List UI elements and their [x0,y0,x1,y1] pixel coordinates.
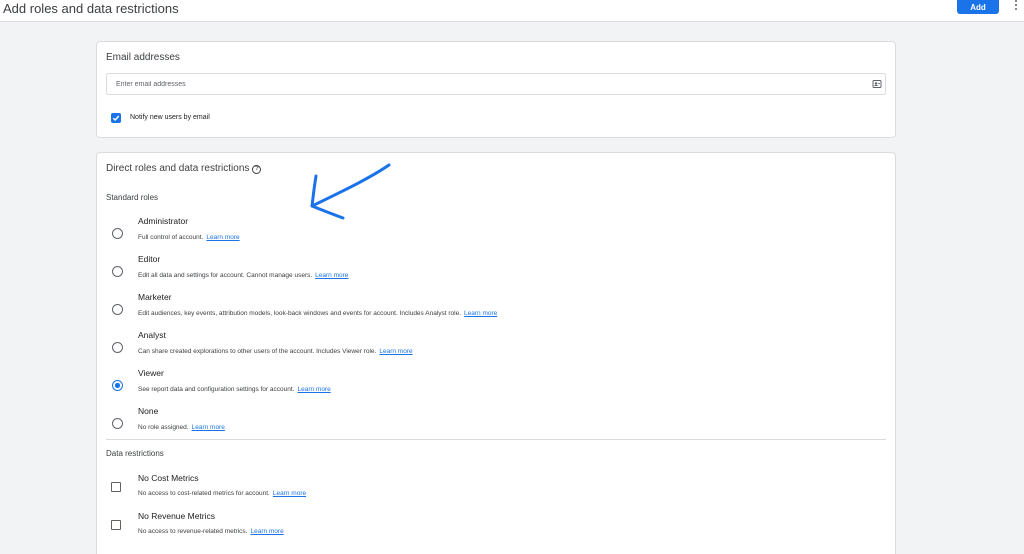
page-title: Add roles and data restrictions [3,1,179,16]
standard-roles-label: Standard roles [106,193,159,202]
role-option-marketer[interactable]: Marketer Edit audiences, key events, att… [97,292,895,326]
role-desc-text: Edit audiences, key events, attribution … [138,310,462,317]
roles-card-title: Direct roles and data restrictions? [106,163,262,174]
role-name: Marketer [138,292,172,302]
learn-more-link[interactable]: Learn more [250,528,283,535]
role-desc-text: Can share created explorations to other … [138,348,377,355]
restriction-desc: No access to revenue-related metrics. Lea… [138,528,284,535]
role-desc: No role assigned. Learn more [138,424,225,431]
learn-more-link[interactable]: Learn more [297,386,330,393]
role-radio[interactable] [112,418,123,429]
learn-more-link[interactable]: Learn more [206,234,239,241]
role-radio[interactable] [112,228,123,239]
role-option-editor[interactable]: Editor Edit all data and settings for ac… [97,254,895,288]
restriction-desc-text: No access to cost-related metrics for ac… [138,490,270,497]
check-icon [112,115,120,122]
roles-card: Direct roles and data restrictions? Stan… [96,152,896,554]
role-desc: Full control of account. Learn more [138,234,240,241]
restriction-desc-text: No access to revenue-related metrics. [138,528,248,535]
help-icon[interactable]: ? [252,165,262,174]
role-radio-selected[interactable] [112,380,123,391]
learn-more-link[interactable]: Learn more [192,424,225,431]
learn-more-link[interactable]: Learn more [379,348,412,355]
add-button[interactable]: Add [957,0,999,14]
role-option-analyst[interactable]: Analyst Can share created explorations t… [97,330,895,364]
role-name: Analyst [138,330,166,340]
role-desc-text: Full control of account. [138,234,204,241]
more-vert-icon[interactable] [1013,0,1019,10]
email-card-title: Email addresses [106,52,180,63]
role-desc-text: No role assigned. [138,424,189,431]
role-name: None [138,406,159,416]
email-input[interactable] [116,77,836,92]
role-desc-text: Edit all data and settings for account. … [138,272,313,279]
role-desc: Edit all data and settings for account. … [138,272,348,279]
email-field[interactable] [106,73,886,95]
restriction-name: No Revenue Metrics [138,511,216,521]
restriction-no-cost-metrics[interactable]: No Cost Metrics No access to cost-relate… [97,473,895,507]
role-name: Editor [138,254,161,264]
notify-checkbox[interactable] [111,113,121,123]
email-addresses-card: Email addresses Notify new users by emai… [96,41,896,138]
restriction-checkbox[interactable] [111,520,121,530]
role-option-viewer[interactable]: Viewer See report data and configuration… [97,368,895,402]
roles-title-text: Direct roles and data restrictions [106,163,250,174]
role-option-none[interactable]: None No role assigned. Learn more [97,406,895,440]
role-desc: Can share created explorations to other … [138,348,413,355]
learn-more-link[interactable]: Learn more [315,272,348,279]
role-desc-text: See report data and configuration settin… [138,386,295,393]
restriction-checkbox[interactable] [111,482,121,492]
top-bar: Add roles and data restrictions Add [0,0,1024,22]
section-divider [106,439,886,440]
role-radio[interactable] [112,342,123,353]
data-restrictions-label: Data restrictions [106,449,164,458]
contacts-icon[interactable] [872,79,882,89]
learn-more-link[interactable]: Learn more [273,490,306,497]
role-radio[interactable] [112,266,123,277]
learn-more-link[interactable]: Learn more [464,310,497,317]
role-option-administrator[interactable]: Administrator Full control of account. Le… [97,216,895,250]
role-name: Administrator [138,216,189,226]
role-desc: Edit audiences, key events, attribution … [138,310,497,317]
role-radio[interactable] [112,304,123,315]
role-desc: See report data and configuration settin… [138,386,331,393]
notify-label: Notify new users by email [130,114,210,121]
restriction-no-revenue-metrics[interactable]: No Revenue Metrics No access to revenue-… [97,511,895,545]
restriction-name: No Cost Metrics [138,473,199,483]
restriction-desc: No access to cost-related metrics for ac… [138,490,306,497]
role-name: Viewer [138,368,164,378]
